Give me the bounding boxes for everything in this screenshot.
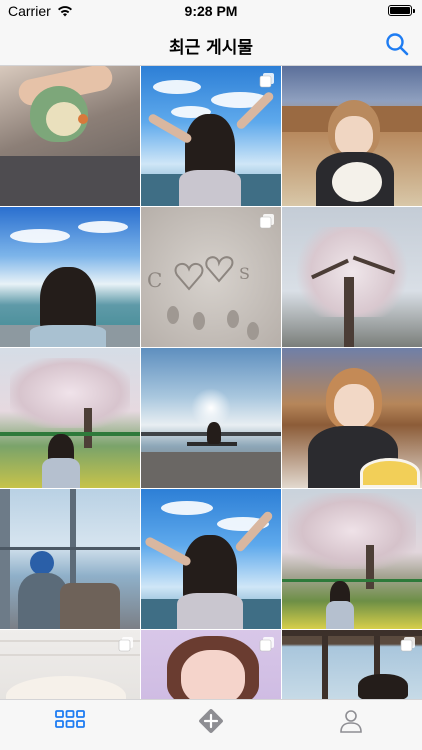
photo-cell[interactable] [141,489,281,629]
photo-cell[interactable]: C S [141,207,281,347]
navigation-bar: 최근 게시물 [0,22,422,66]
multiple-photos-icon [259,73,274,88]
photo-cell[interactable] [282,489,422,629]
photo-cell[interactable] [282,630,422,699]
photo-cell[interactable] [0,630,140,699]
page-title: 최근 게시물 [168,38,254,58]
multiple-photos-icon [118,637,133,652]
svg-text:S: S [239,264,250,283]
add-icon[interactable] [196,708,226,734]
photo-cell[interactable] [282,207,422,347]
grid-icon[interactable] [55,708,85,734]
photo-cell[interactable] [0,348,140,488]
photo-cell[interactable] [141,348,281,488]
multiple-photos-icon [400,637,415,652]
photo-grid: C S [0,66,422,699]
photo-cell[interactable] [0,489,140,629]
photo-cell[interactable] [0,66,140,206]
status-bar: Carrier 9:28 PM [0,0,422,22]
search-icon[interactable] [384,31,410,57]
tab-bar [0,699,422,750]
photo-cell[interactable] [0,207,140,347]
multiple-photos-icon [259,214,274,229]
svg-text:C: C [147,268,162,292]
multiple-photos-icon [259,637,274,652]
profile-icon[interactable] [336,708,366,734]
photo-cell[interactable] [282,66,422,206]
photo-cell[interactable] [141,630,281,699]
battery-icon [388,5,415,16]
status-time: 9:28 PM [184,3,238,19]
photo-cell[interactable] [282,348,422,488]
photo-cell[interactable] [141,66,281,206]
